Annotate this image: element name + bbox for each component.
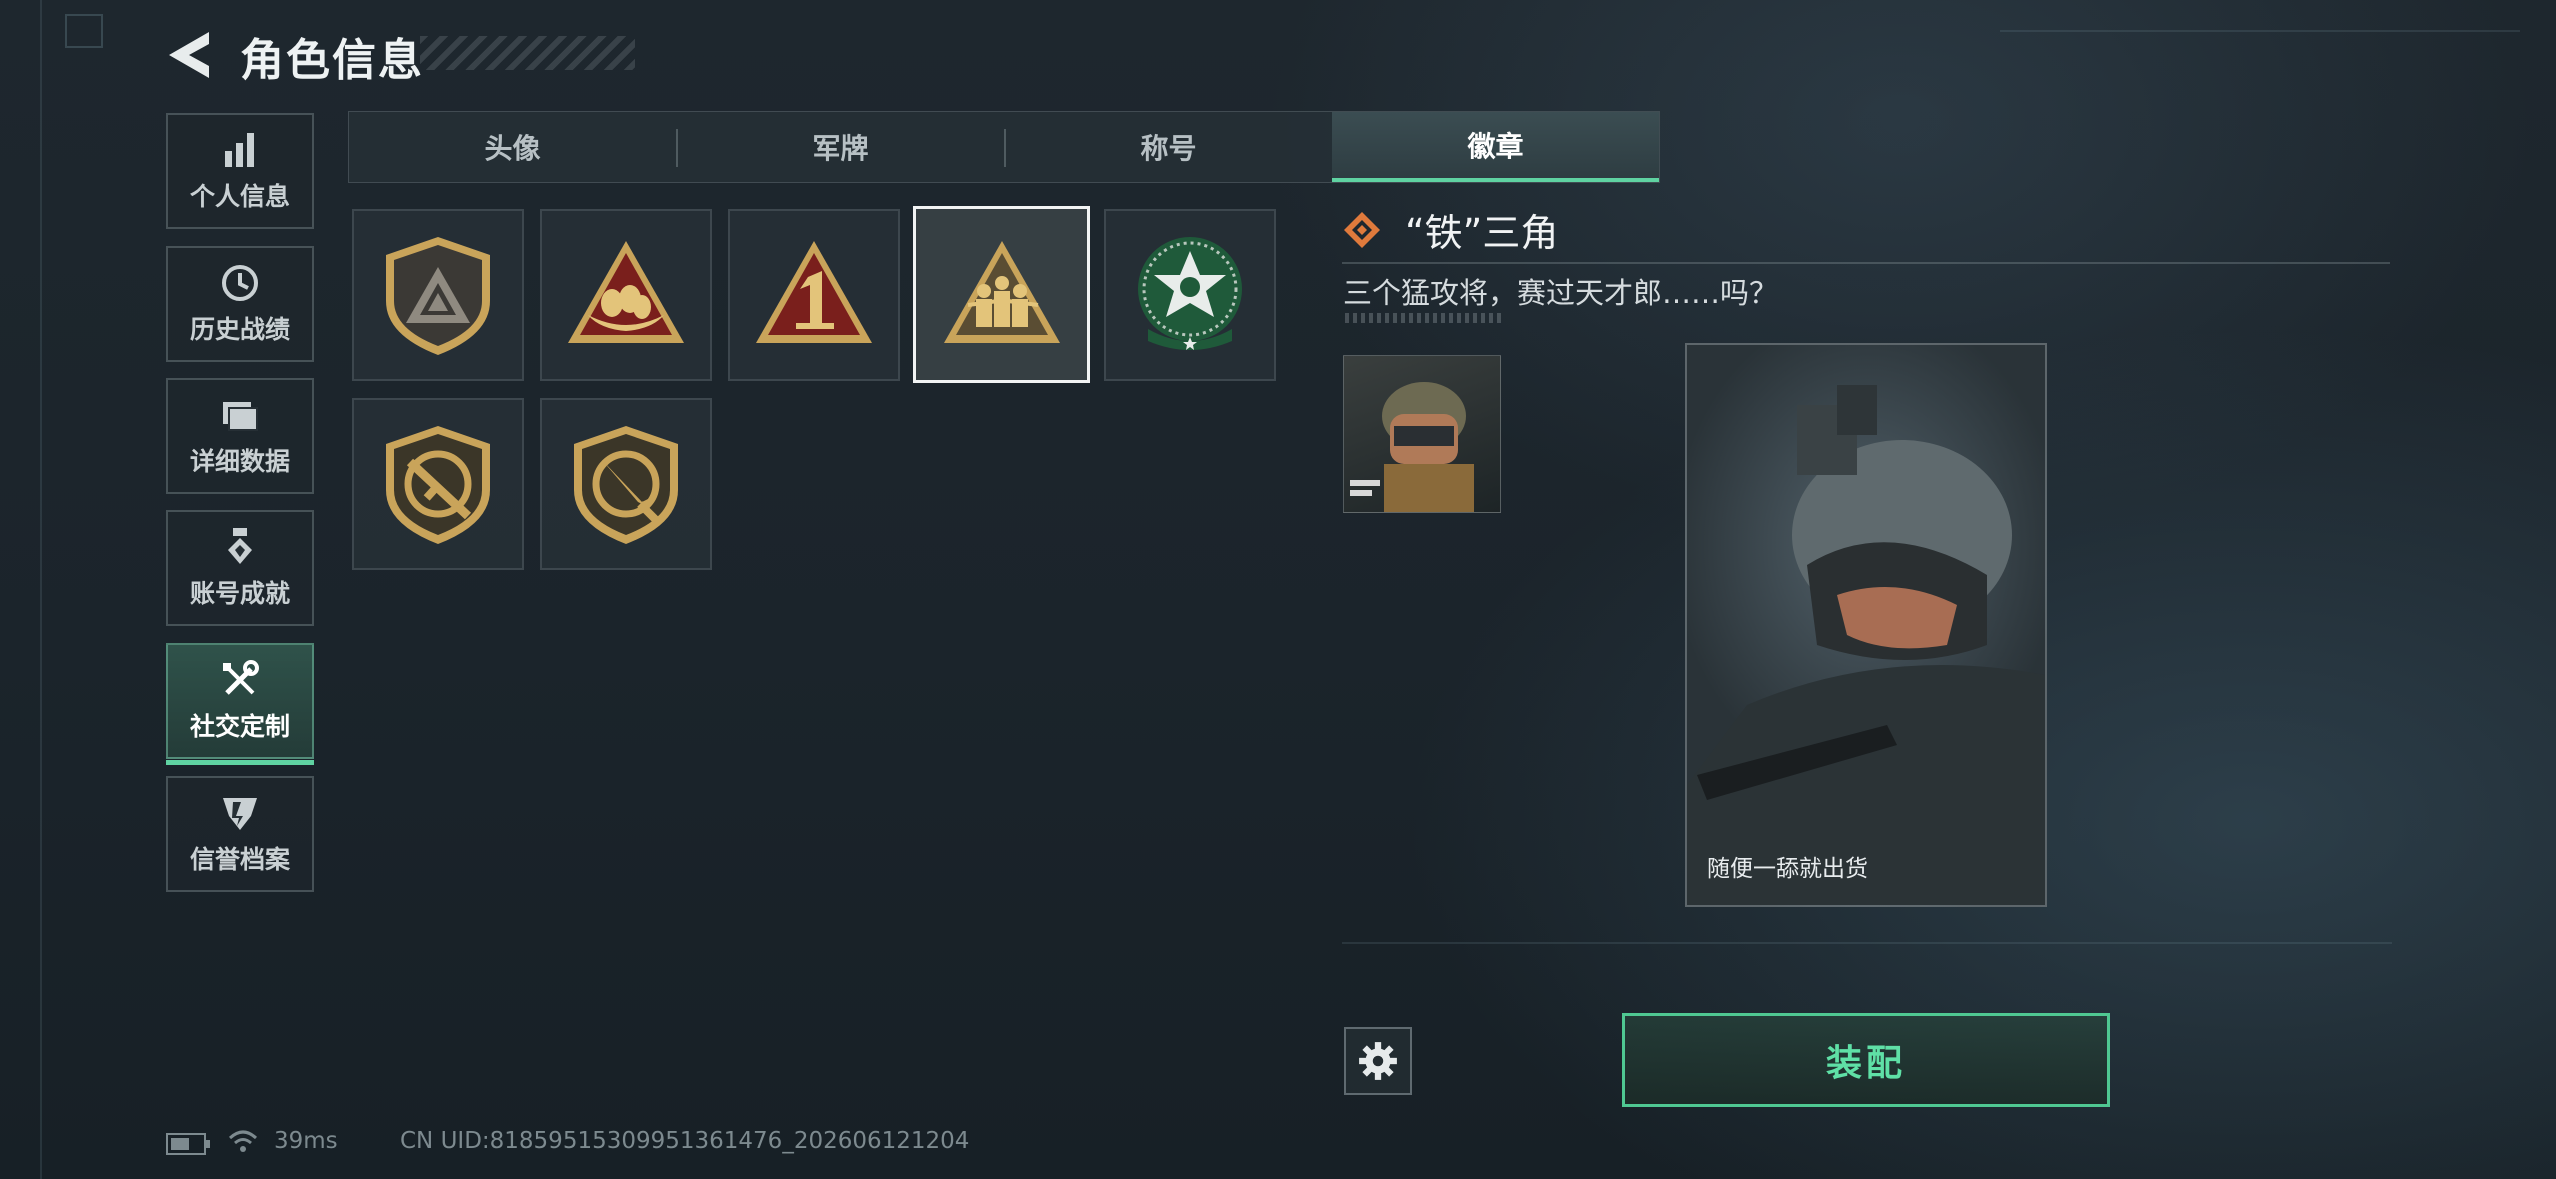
badge-description: 三个猛攻将，赛过天才郎……吗？: [1343, 276, 1779, 310]
wifi-icon: [228, 1130, 258, 1152]
number-one-badge-icon: [756, 241, 872, 343]
soldier-portrait-image: [1350, 382, 1474, 512]
sidebar-item-label: 历史战绩: [189, 315, 290, 344]
medal-icon: [228, 528, 252, 564]
nest-eggs-badge-icon: [568, 241, 684, 343]
soldier-card-image: [1687, 385, 2045, 905]
sidebar-item-achievements[interactable]: 账号成就: [166, 510, 314, 626]
triangle-shield-badge-icon: [386, 237, 490, 355]
settings-button[interactable]: [1344, 1027, 1412, 1095]
battery-icon: [166, 1133, 210, 1155]
corner-deco: [65, 14, 103, 48]
folder-icon: [223, 402, 258, 431]
sidebar-item-label: 详细数据: [189, 447, 290, 476]
iron-triangle-soldiers-badge-icon: [943, 240, 1060, 343]
ping-readout: 39ms: [274, 1128, 338, 1154]
badge-cell-iron-triangle[interactable]: [913, 206, 1090, 383]
equip-button[interactable]: 装配: [1622, 1013, 2110, 1107]
frame-line-divider: [1342, 942, 2392, 944]
badge-cell-knife-shield[interactable]: [540, 398, 712, 570]
history-clock-icon: [222, 265, 258, 301]
sidebar-item-personal-info[interactable]: 个人信息: [166, 113, 314, 229]
sidebar-item-history[interactable]: 历史战绩: [166, 246, 314, 362]
gear-icon: [1359, 1042, 1397, 1080]
page-title: 角色信息: [240, 35, 424, 86]
sidebar-item-credit-record[interactable]: 信誉档案: [166, 776, 314, 892]
player-avatar[interactable]: [1343, 355, 1501, 513]
rifle-shield-badge-icon: [386, 426, 490, 544]
tab-title[interactable]: 称号: [1005, 112, 1332, 182]
name-card-preview: 随便一舔就出货: [1685, 343, 2047, 907]
badge-cell-triangle-shield[interactable]: [352, 209, 524, 381]
user-uid: CN UID:8185951530995136147​6_20260612120…: [400, 1128, 970, 1154]
category-tab-bar: 头像 军牌 称号 徽章: [348, 111, 1660, 183]
sidebar-item-label: 账号成就: [189, 579, 290, 608]
wrench-screwdriver-icon: [223, 660, 259, 695]
sidebar-item-social-custom[interactable]: 社交定制: [166, 643, 314, 765]
shield-emblem-icon: [223, 798, 257, 830]
card-caption: 随便一舔就出货: [1707, 856, 1868, 882]
tab-avatar[interactable]: 头像: [349, 112, 676, 182]
title-divider: [1342, 262, 2390, 264]
badge-cell-rifle-shield[interactable]: [352, 398, 524, 570]
badge-cell-nest-eggs[interactable]: [540, 209, 712, 381]
bar-chart-icon: [225, 133, 254, 167]
sidebar-item-label: 个人信息: [189, 182, 290, 211]
description-stripes-decor: [1345, 313, 1505, 323]
badge-title: “铁”三角: [1405, 211, 1559, 255]
sidebar-item-label: 社交定制: [189, 712, 290, 741]
badge-cell-green-star[interactable]: [1104, 209, 1276, 381]
frame-line-left: [40, 0, 42, 1179]
rarity-diamond-icon: [1344, 212, 1380, 248]
knife-shield-badge-icon: [574, 426, 678, 544]
badge-cell-number-one[interactable]: [728, 209, 900, 381]
frame-line-top-right: [2000, 30, 2520, 32]
back-arrow-icon[interactable]: [165, 28, 215, 82]
tab-dog-tag[interactable]: 军牌: [677, 112, 1004, 182]
sidebar-item-label: 信誉档案: [189, 845, 290, 874]
tab-badge[interactable]: 徽章: [1332, 112, 1659, 182]
sidebar-item-detailed-data[interactable]: 详细数据: [166, 378, 314, 494]
green-star-badge-icon: [1138, 237, 1242, 350]
title-stripes-decor: [420, 36, 635, 70]
